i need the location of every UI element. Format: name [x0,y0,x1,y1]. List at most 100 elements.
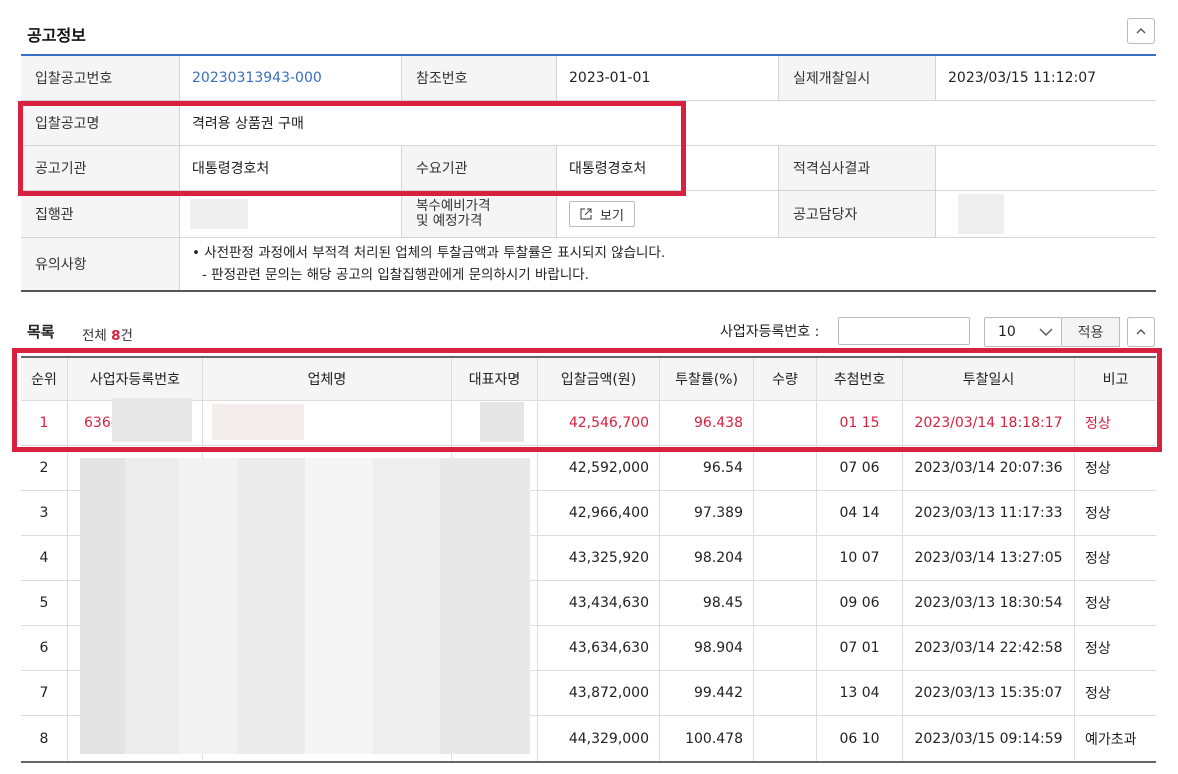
cell-date: 2023/03/13 11:17:33 [902,491,1074,535]
cell-company [202,716,451,761]
cell-amount: 42,966,400 [537,491,659,535]
cell-lottery: 07 01 [816,626,902,670]
cell-biz-no [67,716,202,761]
cell-lottery: 04 14 [816,491,902,535]
cell-rank: 8 [39,730,49,747]
cell-qty [753,581,816,625]
table-row[interactable]: 2 42,592,000 96.54 07 06 2023/03/14 20:07:36… [21,446,1156,491]
cell-ceo [451,626,537,670]
cell-rank: 3 [39,505,49,521]
agency-label: 공고기관 [21,146,179,190]
cell-qty [753,491,816,535]
cell-company [202,491,451,535]
list-title: 목록 [27,323,55,341]
page-size-select[interactable]: 10 [984,317,1062,347]
bid-name-label: 입찰공고명 [21,101,179,145]
open-date-label: 실제개찰일시 [778,56,935,100]
cell-rate: 96.438 [659,401,753,445]
cell-rate: 98.45 [659,581,753,625]
executor-value [179,191,401,237]
page-size-value: 10 [998,324,1016,340]
cell-rate: 100.478 [659,716,753,761]
table-row[interactable]: 4 43,325,920 98.204 10 07 2023/03/14 13:27:0… [21,536,1156,581]
cell-note: 정상 [1074,536,1156,580]
cell-note: 예가초과 [1074,716,1156,761]
ref-no-label: 참조번호 [401,56,556,100]
officer-label: 공고담당자 [778,191,935,237]
bid-result-table: 순위 사업자등록번호 업체명 대표자명 입찰금액(원) 투찰률(%) 수량 추첨… [21,356,1156,763]
cell-rank: 2 [39,460,49,476]
multi-price-label-line1: 복수예비가격 [416,198,491,214]
cell-amount: 44,329,000 [537,716,659,761]
officer-value [935,191,1156,237]
table-row[interactable]: 3 42,966,400 97.389 04 14 2023/03/13 11:17:3… [21,491,1156,536]
notes-label: 유의사항 [21,238,179,290]
cell-lottery: 06 10 [816,716,902,761]
cell-rank: 6 [39,640,49,656]
cell-rank: 7 [39,685,49,701]
chevron-up-icon [1136,28,1146,34]
cell-note: 정상 [1074,446,1156,490]
demand-label: 수요기관 [401,146,556,190]
cell-ceo [451,716,537,761]
count-prefix: 전체 [82,328,107,344]
table-row[interactable]: 6 43,634,630 98.904 07 01 2023/03/14 22:42:5… [21,626,1156,671]
cell-amount: 43,434,630 [537,581,659,625]
cell-qty [753,716,816,761]
eligibility-label: 적격심사결과 [778,146,935,190]
cell-company [202,401,451,445]
cell-lottery: 09 06 [816,581,902,625]
multi-price-value: 보기 [556,191,778,237]
agency-value: 대통령경호처 [179,146,401,190]
cell-qty [753,446,816,490]
cell-qty [753,626,816,670]
cell-amount: 42,592,000 [537,446,659,490]
cell-biz-no [67,581,202,625]
cell-biz-no: 636- [67,401,202,445]
cell-rate: 99.442 [659,671,753,715]
cell-amount: 43,872,000 [537,671,659,715]
cell-date: 2023/03/13 18:30:54 [902,581,1074,625]
cell-biz-no [67,491,202,535]
cell-qty [753,671,816,715]
cell-rate: 96.54 [659,446,753,490]
cell-lottery: 07 06 [816,446,902,490]
cell-biz-no [67,626,202,670]
chevron-up-icon [1136,329,1146,335]
table-row[interactable]: 7 43,872,000 99.442 13 04 2023/03/13 15:35:0… [21,671,1156,716]
cell-rank: 5 [39,595,49,611]
collapse-list-button[interactable] [1127,317,1155,347]
multi-price-label: 복수예비가격 및 예정가격 [401,191,556,237]
cell-note: 정상 [1074,671,1156,715]
cell-date: 2023/03/13 15:35:07 [902,671,1074,715]
cell-company [202,536,451,580]
cell-ceo [451,491,537,535]
table-row[interactable]: 8 44,329,000 100.478 06 10 2023/03/15 09:14:… [21,716,1156,761]
cell-date: 2023/03/15 09:14:59 [902,716,1074,761]
bid-no-link[interactable]: 20230313943-000 [192,70,322,86]
view-price-button[interactable]: 보기 [569,201,635,227]
bid-name-value: 격려용 상품권 구매 [179,101,1156,145]
cell-note: 정상 [1074,626,1156,670]
cell-qty [753,536,816,580]
cell-biz-no [67,536,202,580]
chevron-down-icon [1039,328,1053,336]
table-row[interactable]: 1 636- 42,546,700 96.438 01 15 2023/03/14 18:… [21,401,1156,446]
col-rank: 순위 [31,372,57,388]
col-ceo: 대표자명 [451,358,537,400]
table-row[interactable]: 5 43,434,630 98.45 09 06 2023/03/13 18:30:54… [21,581,1156,626]
col-lottery: 추첨번호 [816,358,902,400]
biz-no-input[interactable] [838,317,970,345]
apply-button[interactable]: 적용 [1062,317,1120,347]
cell-date: 2023/03/14 20:07:36 [902,446,1074,490]
cell-date: 2023/03/14 13:27:05 [902,536,1074,580]
cell-lottery: 13 04 [816,671,902,715]
notes-value: • 사전판정 과정에서 부적격 처리된 업체의 투찰금액과 투찰률은 표시되지 … [179,238,1156,290]
cell-company [202,671,451,715]
cell-ceo [451,581,537,625]
collapse-info-button[interactable] [1127,18,1155,44]
cell-qty [753,401,816,445]
cell-company [202,626,451,670]
cell-ceo [451,536,537,580]
cell-amount: 42,546,700 [537,401,659,445]
